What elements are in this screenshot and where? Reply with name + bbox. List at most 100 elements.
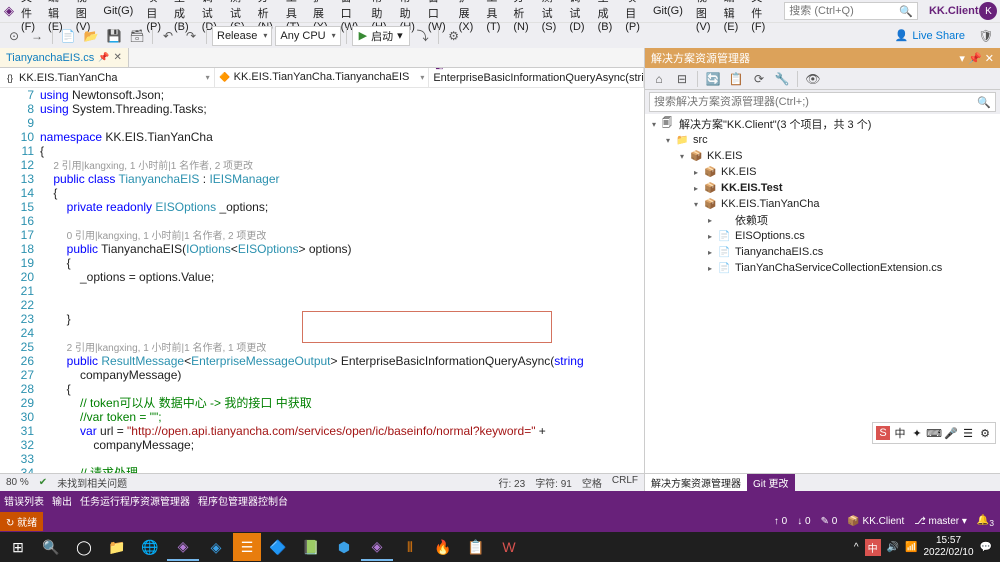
step-icon[interactable]: ⤵	[413, 26, 433, 46]
save-all-icon[interactable]: 🗃	[127, 26, 147, 46]
indent-mode[interactable]: 空格	[582, 475, 602, 490]
new-icon[interactable]: 📄	[58, 26, 78, 46]
pending-down[interactable]: ↓ 0	[797, 516, 810, 527]
tab-output[interactable]: 输出	[52, 493, 72, 508]
panel-title: 解决方案资源管理器 ▾ 📌 ✕	[645, 48, 1000, 68]
live-share-button[interactable]: 👤 Live Share	[895, 29, 973, 42]
tool-icon[interactable]: ⚙	[444, 26, 464, 46]
status-branch[interactable]: master	[929, 516, 960, 527]
search-input[interactable]	[789, 5, 899, 17]
clock[interactable]: 15:572022/02/10	[923, 535, 973, 559]
tray-icon[interactable]: 🔊	[887, 542, 899, 553]
tree-node[interactable]: ▸📄TianyanchaEIS.cs	[645, 244, 1000, 260]
menu-item[interactable]: Git(G)	[97, 3, 139, 19]
start-button[interactable]: ⊞	[2, 533, 34, 561]
tree-node[interactable]: ▸📦KK.EIS	[645, 164, 1000, 180]
app-icon-5[interactable]: ⦀	[394, 533, 426, 561]
class-select[interactable]: 🔶KK.EIS.TianYanCha.TianyanchaEIS	[215, 68, 430, 87]
sync-icon[interactable]: 🔄	[703, 69, 723, 89]
ime-floating-bar[interactable]: S中✦⌨🎤☰⚙	[872, 422, 996, 444]
bottom-panel-tabs: 错误列表 输出 任务运行程序资源管理器 程序包管理器控制台	[0, 491, 1000, 510]
explorer-search[interactable]: 🔍	[649, 92, 996, 112]
status-project[interactable]: KK.Client	[863, 516, 905, 527]
start-debug-button[interactable]: ▶启动 ▾	[352, 26, 410, 46]
tree-node[interactable]: ▾📁src	[645, 132, 1000, 148]
wps-icon[interactable]: W	[493, 533, 525, 561]
show-all-icon[interactable]: 📋	[726, 69, 746, 89]
file-tab[interactable]: TianyanchaEIS.cs 📌 ✕	[0, 48, 129, 67]
undo-icon[interactable]: ↶	[158, 26, 178, 46]
tree-node[interactable]: ▸📄EISOptions.cs	[645, 228, 1000, 244]
menu-item[interactable]: 项目(P)	[619, 0, 646, 35]
line-ending[interactable]: CRLF	[612, 475, 638, 490]
solution-name: KK.Client	[929, 5, 979, 17]
menu-item[interactable]: 调试(D)	[563, 0, 590, 35]
open-icon[interactable]: 📂	[81, 26, 101, 46]
tab-package-console[interactable]: 程序包管理器控制台	[198, 493, 288, 508]
solution-tree[interactable]: ▾🗐解决方案"KK.Client"(3 个项目，共 3 个)▾📁src▾📦KK.…	[645, 114, 1000, 473]
code-editor[interactable]: 7891011121314151617181920212223242526272…	[0, 88, 644, 473]
pin-icon[interactable]: 📌	[98, 52, 109, 63]
app-icon-6[interactable]: 🔥	[427, 533, 459, 561]
tree-node[interactable]: ▾🗐解决方案"KK.Client"(3 个项目，共 3 个)	[645, 116, 1000, 132]
home-icon[interactable]: ⌂	[649, 69, 669, 89]
zoom-level[interactable]: 80 %	[6, 477, 29, 488]
refresh-icon[interactable]: ⟳	[749, 69, 769, 89]
code-nav-bar: {}KK.EIS.TianYanCha 🔶KK.EIS.TianYanCha.T…	[0, 68, 644, 88]
collapse-icon[interactable]: ⊟	[672, 69, 692, 89]
tree-node[interactable]: ▸📦KK.EIS.Test	[645, 180, 1000, 196]
vscode-icon[interactable]: ◈	[200, 533, 232, 561]
search-button[interactable]: 🔍	[35, 533, 67, 561]
menu-item[interactable]: 文件(F)	[745, 0, 771, 35]
menu-item[interactable]: 生成(B)	[592, 0, 619, 35]
menu-item[interactable]: 测试(S)	[536, 0, 563, 35]
tree-node[interactable]: ▸依赖项	[645, 212, 1000, 228]
notifications-icon[interactable]: 🔔3	[977, 515, 994, 528]
pending-up[interactable]: ↑ 0	[774, 516, 787, 527]
ime-icon[interactable]: 中	[865, 539, 881, 556]
tree-node[interactable]: ▾📦KK.EIS	[645, 148, 1000, 164]
menu-item[interactable]: 视图(V)	[690, 0, 717, 35]
vs-icon[interactable]: ◈	[167, 533, 199, 561]
menu-item[interactable]: 分析(N)	[507, 0, 534, 35]
task-view-button[interactable]: ◯	[68, 533, 100, 561]
menu-item[interactable]: 编辑(E)	[718, 0, 745, 35]
save-icon[interactable]: 💾	[104, 26, 124, 46]
tab-solution-explorer[interactable]: 解决方案资源管理器	[645, 474, 747, 491]
config-select[interactable]: Release	[212, 26, 272, 46]
namespace-select[interactable]: {}KK.EIS.TianYanCha	[0, 68, 215, 87]
app-icon-1[interactable]: ☰	[233, 533, 261, 561]
explorer-search-input[interactable]	[654, 96, 954, 108]
tree-node[interactable]: ▾📦KK.EIS.TianYanCha	[645, 196, 1000, 212]
app-icon-3[interactable]: 📗	[295, 533, 327, 561]
nav-fwd-icon[interactable]: →	[27, 26, 47, 46]
panel-menu-icon[interactable]: ▾	[959, 53, 965, 65]
tab-error-list[interactable]: 错误列表	[4, 493, 44, 508]
chrome-icon[interactable]: 🌐	[134, 533, 166, 561]
global-search[interactable]: 🔍	[784, 2, 918, 20]
tray-expand-icon[interactable]: ^	[854, 542, 859, 553]
app-icon-7[interactable]: 📋	[460, 533, 492, 561]
redo-icon[interactable]: ↷	[181, 26, 201, 46]
properties-icon[interactable]: 🔧	[772, 69, 792, 89]
user-avatar[interactable]: K	[979, 2, 997, 20]
explorer-icon[interactable]: 📁	[101, 533, 133, 561]
admin-icon[interactable]: 🛡	[976, 26, 996, 46]
tab-git-changes[interactable]: Git 更改	[747, 474, 795, 491]
preview-icon[interactable]: 👁	[803, 69, 823, 89]
menu-item[interactable]: 工具(T)	[480, 0, 506, 35]
panel-pin-icon[interactable]: 📌	[968, 53, 982, 65]
menu-item[interactable]: Git(G)	[647, 3, 689, 19]
nav-back-icon[interactable]: ⊙	[4, 26, 24, 46]
app-icon-2[interactable]: 🔷	[262, 533, 294, 561]
tab-task-runner[interactable]: 任务运行程序资源管理器	[80, 493, 190, 508]
tree-node[interactable]: ▸📄TianYanChaServiceCollectionExtension.c…	[645, 260, 1000, 276]
tab-close-icon[interactable]: ✕	[113, 52, 121, 63]
vs-running-icon[interactable]: ◈	[361, 533, 393, 561]
app-icon-4[interactable]: ⬢	[328, 533, 360, 561]
platform-select[interactable]: Any CPU	[275, 26, 340, 46]
action-center-icon[interactable]: 💬	[980, 542, 992, 553]
panel-close-icon[interactable]: ✕	[985, 53, 994, 65]
method-select[interactable]: ◧EnterpriseBasicInformationQueryAsync(st…	[429, 68, 644, 87]
network-icon[interactable]: 📶	[905, 542, 917, 553]
